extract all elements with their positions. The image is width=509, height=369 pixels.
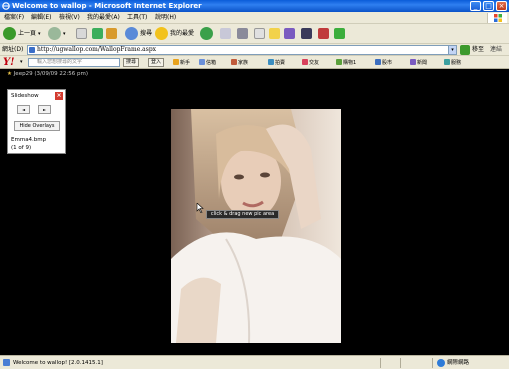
menu-edit[interactable]: 編輯(E): [31, 14, 51, 22]
extension-icon[interactable]: [318, 28, 329, 39]
back-dropdown-icon[interactable]: ▾: [38, 30, 41, 38]
slideshow-file-name: Emma4.bmp: [11, 137, 47, 143]
address-bar: 網址(D) http://ugwallop.com/WallopFrame.as…: [0, 44, 509, 56]
maximize-button[interactable]: □: [483, 1, 494, 11]
print-icon[interactable]: [237, 28, 248, 39]
back-button-label[interactable]: 上一頁: [18, 30, 36, 38]
menu-help[interactable]: 說明(H): [155, 14, 176, 22]
drag-tooltip: click & drag new pic area: [206, 210, 279, 219]
menu-favorites[interactable]: 我的最愛(A): [87, 14, 120, 22]
hide-overlays-button[interactable]: Hide Overlays: [14, 121, 60, 131]
photo-caption-text: Jeep29 (3/09/09 22:56 pm): [13, 71, 89, 77]
internet-zone-globe-icon: [437, 359, 445, 367]
search-icon[interactable]: [125, 27, 138, 40]
close-window-button[interactable]: ×: [496, 1, 507, 11]
photo-image: [171, 109, 341, 343]
menu-file[interactable]: 檔案(F): [4, 14, 24, 22]
yahoo-link-mail[interactable]: 信箱: [199, 59, 216, 67]
minimize-button[interactable]: _: [470, 1, 481, 11]
stop-icon[interactable]: [76, 28, 87, 39]
address-input[interactable]: http://ugwallop.com/WallopFrame.aspx ▾: [27, 45, 457, 55]
yahoo-search-input[interactable]: 輸入您想搜尋的文字: [28, 58, 120, 67]
forward-arrow-icon[interactable]: [48, 27, 61, 40]
yahoo-link-groups[interactable]: 家族: [231, 59, 248, 67]
window-title: Welcome to wallop - Microsoft Internet E…: [12, 2, 202, 10]
address-dropdown-icon[interactable]: ▾: [448, 46, 456, 54]
photo-caption: ★ Jeep29 (3/09/09 22:56 pm): [7, 71, 88, 78]
page-content: ★ Jeep29 (3/09/09 22:56 pm) Slideshow × …: [0, 69, 509, 355]
yahoo-link-shopping[interactable]: 購物1: [336, 59, 356, 67]
edit-icon[interactable]: [254, 28, 265, 39]
standard-toolbar: 上一頁 ▾ ▾ 搜尋 我的最愛: [0, 24, 509, 44]
folder-icon[interactable]: [269, 28, 280, 39]
address-url[interactable]: http://ugwallop.com/WallopFrame.aspx: [37, 46, 156, 54]
wallpaper-photo[interactable]: [171, 109, 341, 343]
menu-tools[interactable]: 工具(T): [127, 14, 147, 22]
yahoo-signin-button[interactable]: 登入: [148, 58, 165, 67]
forward-dropdown-icon[interactable]: ▾: [63, 30, 66, 38]
yahoo-search-button[interactable]: 搜尋: [123, 58, 140, 67]
star-icon: ★: [7, 71, 14, 77]
drag-cursor-icon: [196, 203, 204, 213]
slideshow-count: (1 of 9): [11, 145, 32, 151]
title-bar: Welcome to wallop - Microsoft Internet E…: [0, 0, 509, 12]
favorites-button-label[interactable]: 我的最愛: [170, 30, 194, 38]
back-arrow-icon[interactable]: [3, 27, 16, 40]
windows-logo-icon: [487, 13, 507, 23]
messenger-buddy-icon[interactable]: [334, 28, 345, 39]
links-label[interactable]: 連結: [490, 46, 502, 54]
mail-icon[interactable]: [220, 28, 231, 39]
yahoo-link-dating[interactable]: 交友: [302, 59, 319, 67]
favorites-star-icon[interactable]: [155, 27, 168, 40]
page-status-icon: [3, 359, 10, 366]
search-button-label[interactable]: 搜尋: [140, 30, 152, 38]
menu-view[interactable]: 檢視(V): [59, 14, 80, 22]
next-slide-button[interactable]: ►: [38, 105, 51, 114]
yahoo-link-stocks[interactable]: 股市: [375, 59, 392, 67]
yahoo-toolbar: Y! ▾ 輸入您想搜尋的文字 搜尋 登入 新手 信箱 家族 拍賣 交友 購物1 …: [0, 56, 509, 69]
internet-explorer-icon: [2, 2, 10, 10]
status-bar: Welcome to wallop! [2.0.1415.1] 網際網路: [0, 355, 509, 369]
menu-bar: 檔案(F) 編輯(E) 檢視(V) 我的最愛(A) 工具(T) 說明(H): [0, 12, 509, 24]
status-divider: [432, 358, 433, 368]
go-button-label[interactable]: 移至: [472, 46, 484, 54]
refresh-icon[interactable]: [92, 28, 103, 39]
yahoo-logo[interactable]: Y!: [3, 57, 15, 68]
slideshow-panel: Slideshow × ◄ ► Hide Overlays Emma4.bmp …: [7, 89, 66, 154]
slideshow-title: Slideshow: [11, 93, 39, 99]
research-icon[interactable]: [301, 28, 312, 39]
slideshow-close-button[interactable]: ×: [55, 92, 63, 100]
history-icon[interactable]: [200, 27, 213, 40]
address-label: 網址(D): [2, 46, 24, 53]
messenger-icon[interactable]: [284, 28, 295, 39]
go-arrow-icon[interactable]: [460, 45, 470, 55]
yahoo-link-news[interactable]: 新聞: [410, 59, 427, 67]
previous-slide-button[interactable]: ◄: [17, 105, 30, 114]
status-divider: [400, 358, 401, 368]
yahoo-link-auction[interactable]: 拍賣: [268, 59, 285, 67]
yahoo-link-services[interactable]: 服務: [444, 59, 461, 67]
page-icon: [29, 47, 35, 53]
status-text: Welcome to wallop! [2.0.1415.1]: [13, 360, 103, 366]
home-icon[interactable]: [106, 28, 117, 39]
security-zone-label: 網際網路: [447, 360, 470, 366]
yahoo-link-newbie[interactable]: 新手: [173, 59, 190, 67]
status-divider: [380, 358, 381, 368]
yahoo-dropdown-icon[interactable]: ▾: [20, 59, 23, 65]
